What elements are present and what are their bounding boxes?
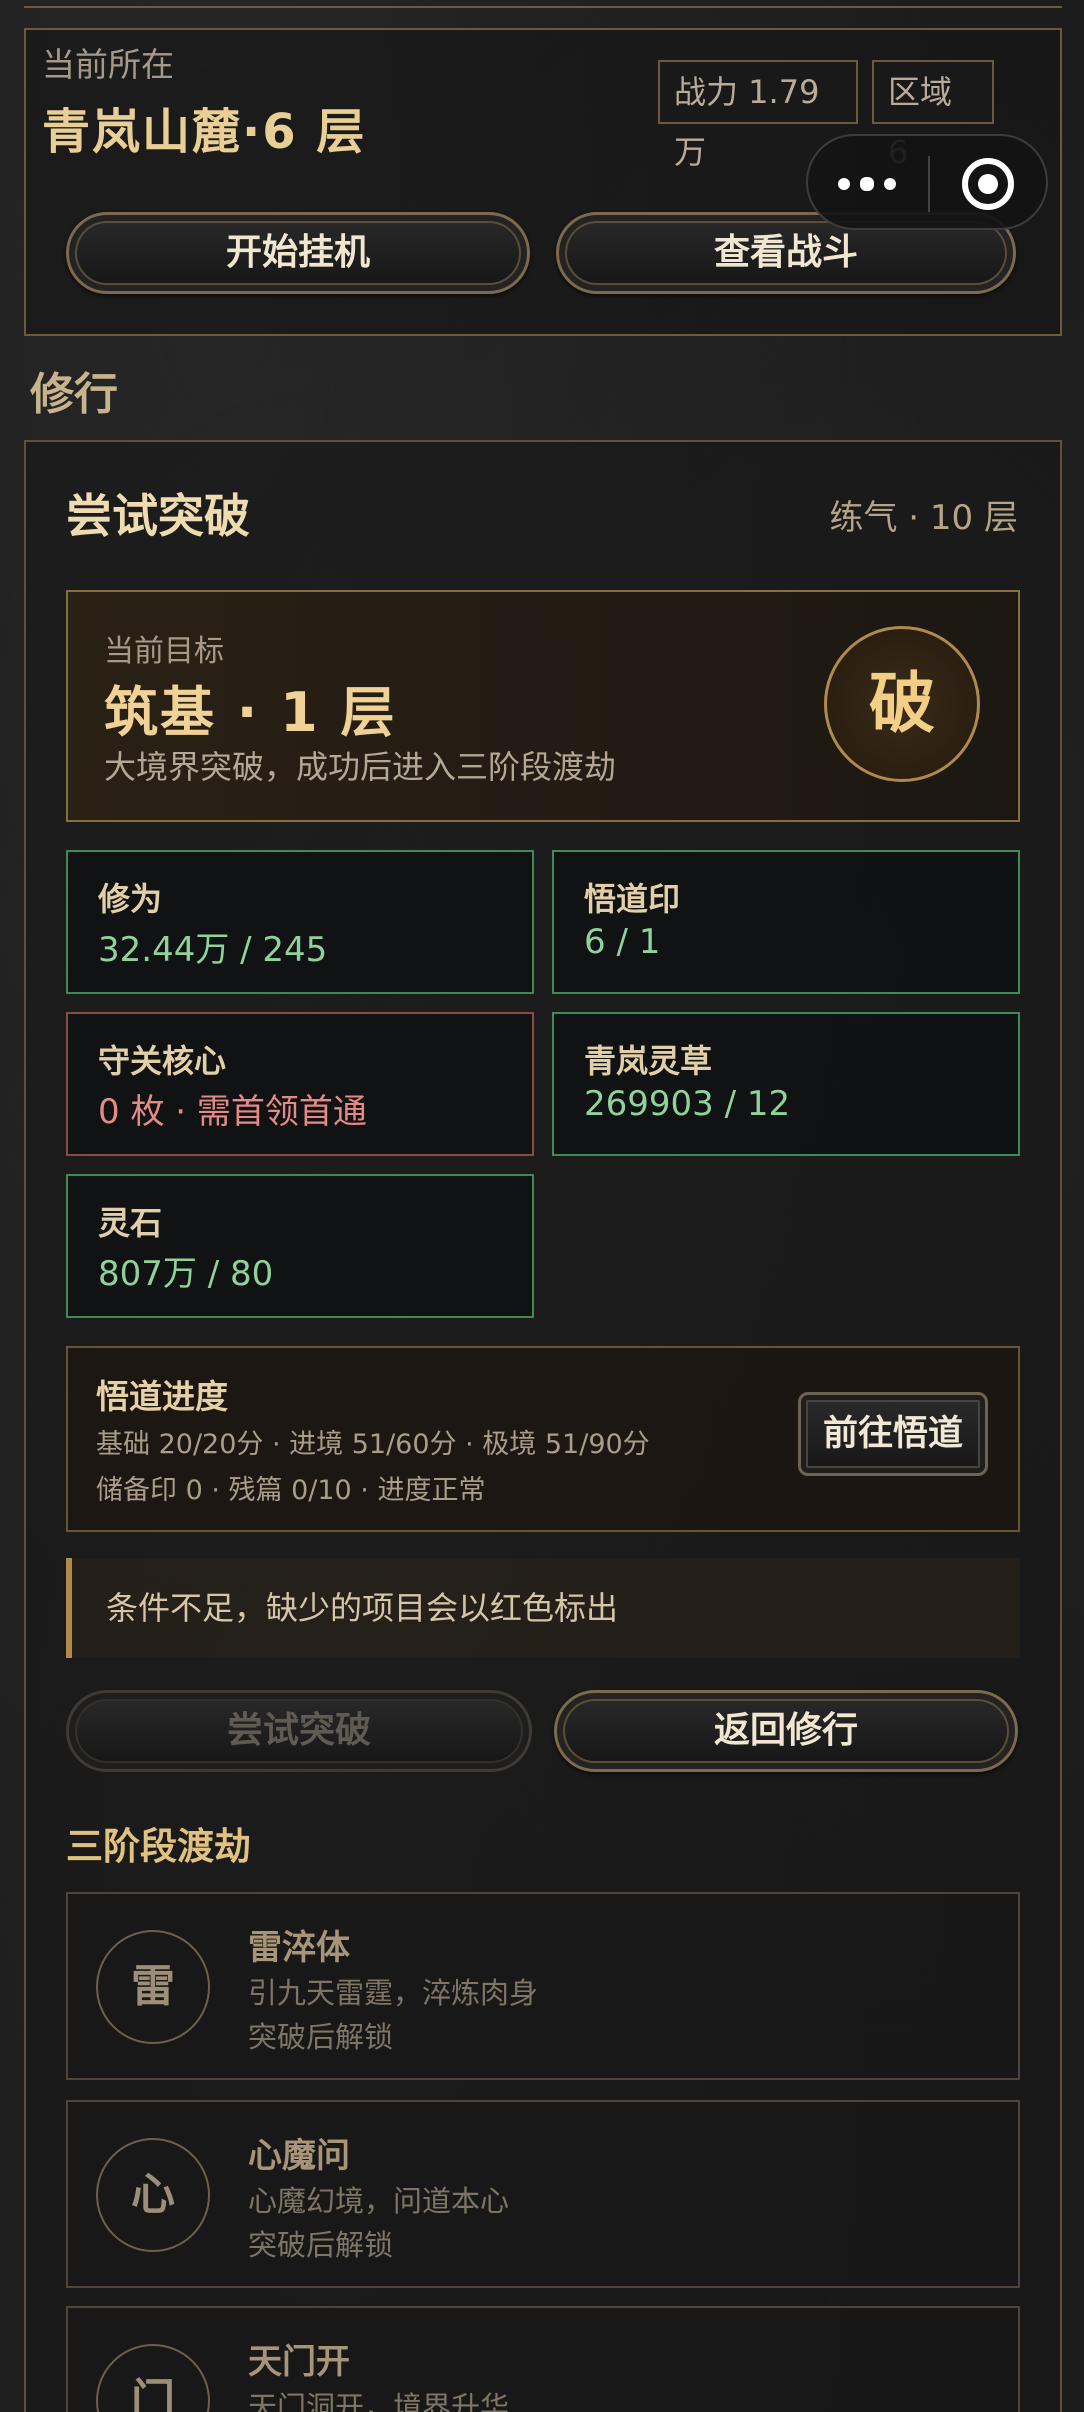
current-realm: 练气 · 10 层 — [829, 498, 1019, 538]
stat-value: 32.44万 / 245 — [98, 930, 328, 970]
location-title: 青岚山麓·6 层 — [42, 104, 367, 160]
breakthrough-title: 尝试突破 — [66, 489, 250, 543]
trial-state: 突破后解锁 — [248, 2020, 394, 2054]
trial-item: 雷 雷淬体 引九天雷霆，淬炼肉身 突破后解锁 — [66, 1892, 1020, 2080]
trial-item: 心 心魔问 心魔幻境，问道本心 突破后解锁 — [66, 2100, 1020, 2288]
back-to-cultivation-button[interactable]: 返回修行 — [554, 1690, 1018, 1772]
stat-value: 269903 / 12 — [584, 1084, 791, 1124]
progress-status: 储备印 0 · 残篇 0/10 · 进度正常 — [96, 1475, 486, 1506]
attempt-breakthrough-button[interactable]: 尝试突破 — [66, 1690, 532, 1772]
stat-herb: 青岚灵草 269903 / 12 — [552, 1012, 1020, 1156]
stat-spirit-stone: 灵石 807万 / 80 — [66, 1174, 534, 1318]
break-emblem: 破 — [824, 626, 980, 782]
zone-badge: 区域 6 — [872, 60, 994, 171]
gate-icon: 门 — [96, 2344, 210, 2412]
stat-dao-seal: 悟道印 6 / 1 — [552, 850, 1020, 994]
trial-name: 雷淬体 — [248, 1928, 350, 1968]
capsule-divider — [928, 156, 930, 212]
trial-description: 天门洞开，境界升华 — [248, 2390, 510, 2412]
location-label: 当前所在 — [42, 45, 174, 84]
section-title: 修行 — [30, 369, 118, 420]
progress-scores: 基础 20/20分 · 进境 51/60分 · 极境 51/90分 — [96, 1429, 650, 1460]
miniprogram-capsule — [806, 134, 1048, 230]
stat-value: 807万 / 80 — [98, 1254, 274, 1294]
thunder-icon: 雷 — [96, 1930, 210, 2044]
trial-item: 门 天门开 天门洞开，境界升华 — [66, 2306, 1020, 2412]
stat-name: 悟道印 — [584, 880, 681, 918]
trial-description: 引九天雷霆，淬炼肉身 — [248, 1976, 539, 2010]
trial-name: 天门开 — [248, 2342, 350, 2382]
stat-name: 守关核心 — [98, 1042, 227, 1080]
target-title: 筑基 · 1 层 — [104, 681, 397, 744]
stat-value: 0 枚 · 需首领首通 — [98, 1092, 367, 1132]
stat-cultivation: 修为 32.44万 / 245 — [66, 850, 534, 994]
power-badge: 战力 1.79万 — [658, 60, 858, 171]
trial-name: 心魔问 — [248, 2136, 350, 2176]
target-description: 大境界突破，成功后进入三阶段渡劫 — [104, 748, 617, 786]
goto-enlightenment-button[interactable]: 前往悟道 — [798, 1392, 988, 1476]
stat-value: 6 / 1 — [584, 922, 661, 962]
stat-name: 修为 — [98, 880, 163, 918]
heart-icon: 心 — [96, 2138, 210, 2252]
stat-guardian-core: 守关核心 0 枚 · 需首领首通 — [66, 1012, 534, 1156]
more-dots-icon[interactable] — [838, 164, 898, 204]
trial-state: 突破后解锁 — [248, 2228, 394, 2262]
stat-name: 青岚灵草 — [584, 1042, 713, 1080]
trial-description: 心魔幻境，问道本心 — [248, 2184, 510, 2218]
target-circle-icon[interactable] — [962, 158, 1014, 210]
trials-title: 三阶段渡劫 — [66, 1825, 251, 1868]
target-label: 当前目标 — [104, 634, 224, 669]
progress-title: 悟道进度 — [96, 1377, 228, 1416]
top-card-edge — [24, 0, 1062, 8]
stat-name: 灵石 — [98, 1204, 163, 1242]
condition-notice: 条件不足，缺少的项目会以红色标出 — [66, 1558, 1020, 1658]
start-idle-button[interactable]: 开始挂机 — [66, 212, 530, 294]
